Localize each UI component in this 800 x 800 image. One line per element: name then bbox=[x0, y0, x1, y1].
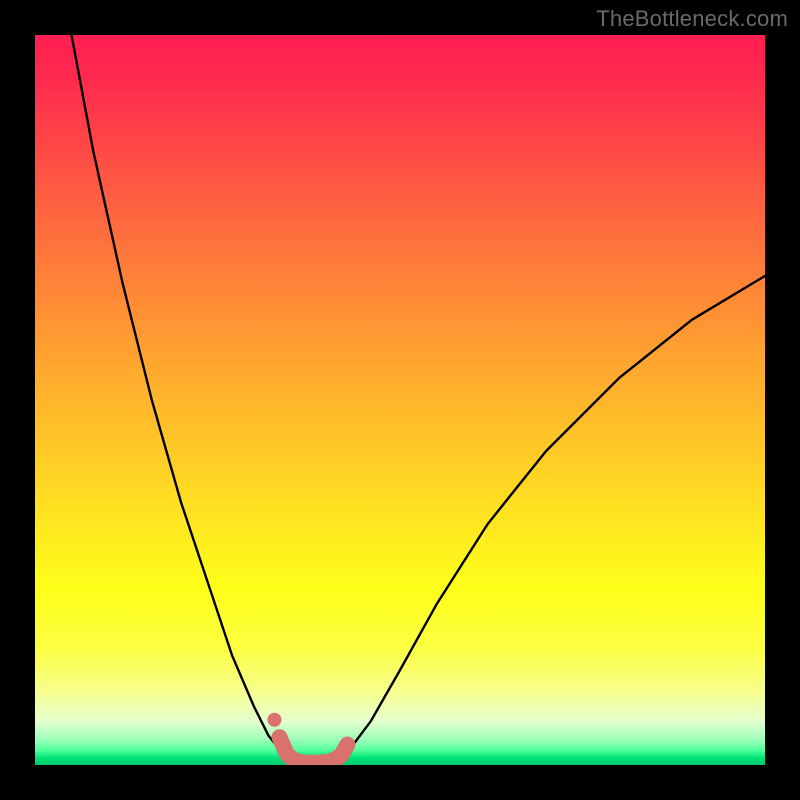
highlight-layer bbox=[267, 713, 347, 763]
chart-svg bbox=[35, 35, 765, 765]
marker-dot bbox=[267, 713, 281, 727]
chart-plot-area bbox=[35, 35, 765, 765]
bottleneck-curve bbox=[334, 276, 765, 760]
watermark-text: TheBottleneck.com bbox=[596, 6, 788, 32]
bottleneck-curve bbox=[72, 35, 295, 760]
curve-layer bbox=[72, 35, 766, 760]
optimal-zone-highlight bbox=[280, 737, 348, 763]
